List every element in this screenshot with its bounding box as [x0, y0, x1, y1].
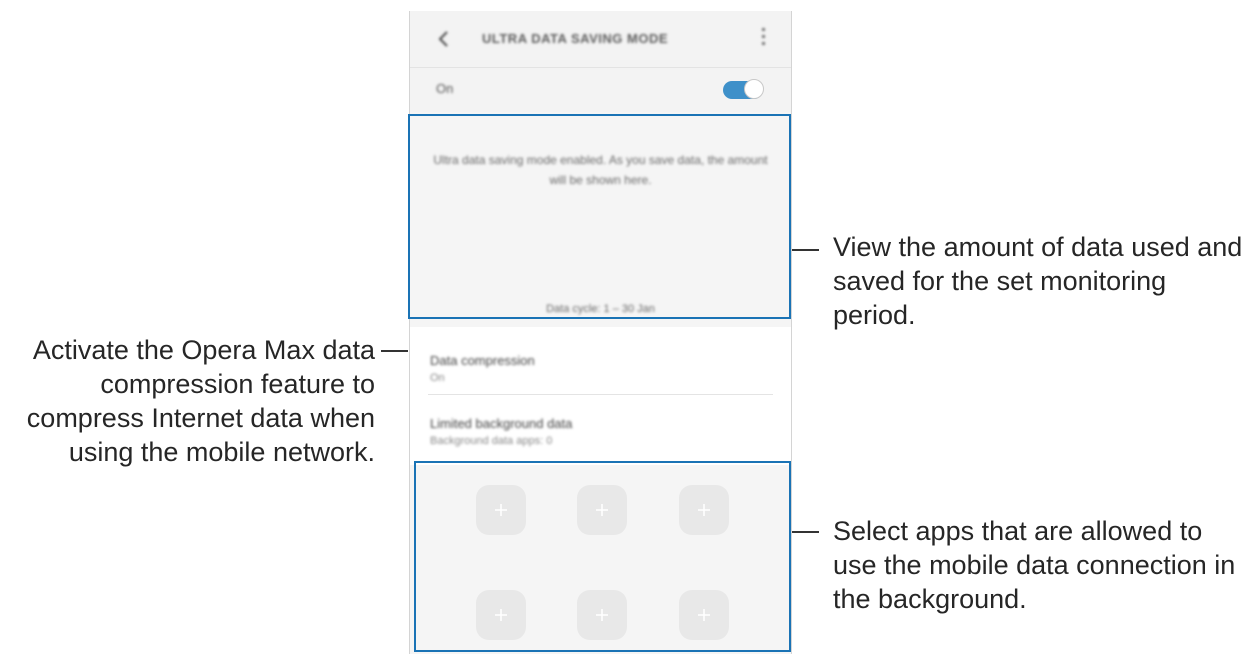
limited-background-data-status: Background data apps: 0: [430, 435, 553, 447]
master-toggle[interactable]: [723, 79, 764, 99]
compression-callout: Activate the Opera Max data compression …: [26, 335, 375, 467]
apps-highlight-box: [414, 461, 791, 652]
master-switch-label: On: [436, 81, 454, 96]
limited-background-data-item[interactable]: Limited background data Background data …: [430, 416, 771, 447]
apps-callout: Select apps that are allowed to use the …: [833, 516, 1236, 614]
savings-callout: View the amount of data used and saved f…: [833, 232, 1243, 330]
savings-highlight-box: [408, 114, 791, 319]
compression-callout-line: [381, 350, 408, 352]
chevron-left-icon[interactable]: [436, 28, 452, 50]
settings-list: Data compression On Limited background d…: [410, 327, 791, 465]
master-switch-row[interactable]: On: [410, 67, 791, 112]
app-bar: ULTRA DATA SAVING MODE: [410, 11, 791, 67]
toggle-knob: [744, 79, 764, 99]
page-title: ULTRA DATA SAVING MODE: [482, 31, 669, 46]
data-compression-title: Data compression: [430, 353, 535, 368]
list-divider: [428, 394, 773, 395]
savings-callout-line: [792, 249, 819, 251]
data-compression-item[interactable]: Data compression On: [430, 353, 771, 384]
more-vertical-icon[interactable]: [759, 28, 767, 50]
limited-background-data-title: Limited background data: [430, 416, 573, 431]
data-compression-status: On: [430, 372, 445, 384]
apps-callout-line: [792, 531, 819, 533]
